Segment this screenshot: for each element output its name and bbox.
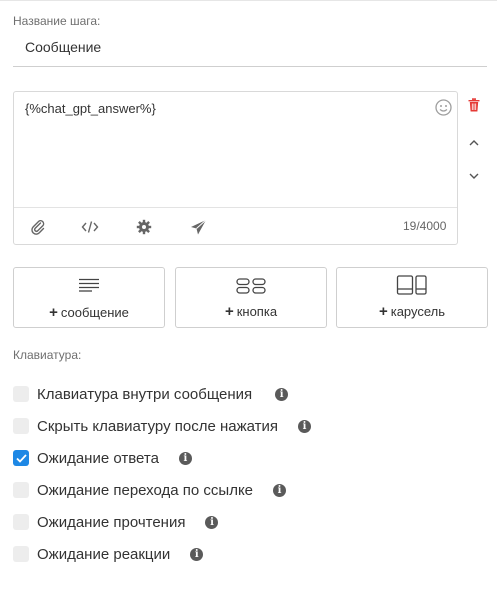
gear-icon[interactable] xyxy=(135,218,153,236)
checkbox[interactable] xyxy=(13,386,29,402)
chevron-up-icon[interactable] xyxy=(465,133,483,151)
info-icon[interactable]: i xyxy=(205,515,219,529)
keyboard-option[interactable]: Ожидание перехода по ссылке i xyxy=(13,479,287,501)
option-label: Ожидание перехода по ссылке xyxy=(37,481,254,499)
keyboard-option[interactable]: Ожидание прочтения i xyxy=(13,511,219,533)
option-label: Ожидание ответа xyxy=(37,449,159,467)
keyboard-option[interactable]: Ожидание ответа i xyxy=(13,447,192,469)
char-counter: 19/4000 xyxy=(403,219,447,233)
checkbox[interactable] xyxy=(13,418,29,434)
keyboard-option[interactable]: Клавиатура внутри сообщения i xyxy=(13,383,289,405)
info-icon[interactable]: i xyxy=(190,547,204,561)
option-label: Клавиатура внутри сообщения xyxy=(37,385,253,403)
top-divider xyxy=(0,0,497,1)
add-button-label: + кнопка xyxy=(224,303,278,320)
carousel-icon xyxy=(396,275,427,295)
step-name-label: Название шага: xyxy=(13,14,101,28)
checkbox[interactable] xyxy=(13,546,29,562)
emoji-icon[interactable] xyxy=(434,98,452,116)
code-icon[interactable] xyxy=(81,218,99,236)
paperclip-icon[interactable] xyxy=(29,218,47,236)
option-label: Ожидание реакции xyxy=(37,545,171,563)
keyboard-option[interactable]: Ожидание реакции i xyxy=(13,543,204,565)
checkmark-icon xyxy=(15,453,27,463)
add-message-button[interactable]: + сообщение xyxy=(13,267,165,328)
option-label: Ожидание прочтения xyxy=(37,513,186,531)
chevron-down-icon[interactable] xyxy=(465,167,483,185)
add-carousel-label: + карусель xyxy=(378,303,446,320)
info-icon[interactable]: i xyxy=(275,387,289,401)
add-message-label: + сообщение xyxy=(49,304,129,321)
info-icon[interactable]: i xyxy=(178,451,192,465)
add-button-button[interactable]: + кнопка xyxy=(175,267,327,328)
editor-toolbar-divider xyxy=(14,207,457,208)
step-name-value[interactable]: Сообщение xyxy=(25,39,101,55)
keyboard-section-label: Клавиатура: xyxy=(13,348,82,362)
buttons-icon xyxy=(236,278,266,294)
checkbox[interactable] xyxy=(13,514,29,530)
add-carousel-button[interactable]: + карусель xyxy=(336,267,488,328)
info-icon[interactable]: i xyxy=(298,419,312,433)
option-label: Скрыть клавиатуру после нажатия xyxy=(37,417,279,435)
send-icon[interactable] xyxy=(189,218,207,236)
keyboard-option[interactable]: Скрыть клавиатуру после нажатия i xyxy=(13,415,312,437)
message-text[interactable]: {%chat_gpt_answer%} xyxy=(25,101,156,116)
checkbox-checked[interactable] xyxy=(13,450,29,466)
trash-icon[interactable] xyxy=(465,96,483,114)
checkbox[interactable] xyxy=(13,482,29,498)
info-icon[interactable]: i xyxy=(273,483,287,497)
text-lines-icon xyxy=(79,278,99,292)
